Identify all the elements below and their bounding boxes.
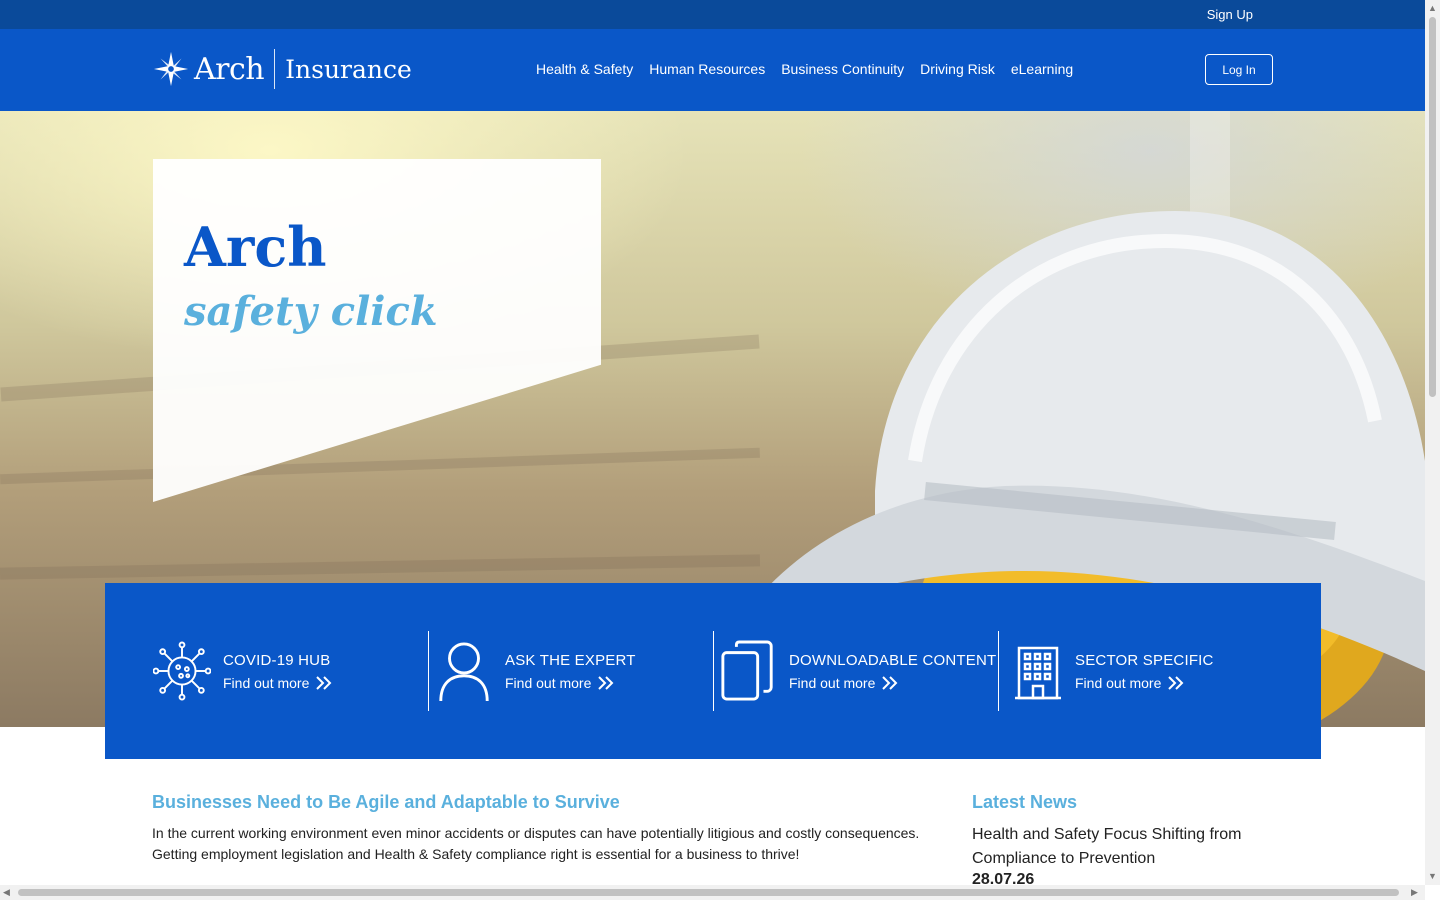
log-in-button[interactable]: Log In	[1205, 54, 1273, 85]
intro-line-2: Getting employment legislation and Healt…	[152, 846, 800, 862]
horizontal-scroll-thumb[interactable]	[18, 889, 1399, 896]
news-headline-link[interactable]: Health and Safety Focus Shifting from Co…	[972, 823, 1262, 871]
hero-subtitle: safety click	[184, 288, 438, 335]
nav-item-driving-risk[interactable]: Driving Risk	[920, 61, 995, 77]
hero-title: Arch	[184, 215, 327, 279]
find-out-more-label: Find out more	[1075, 674, 1162, 691]
documents-icon	[721, 640, 773, 701]
latest-news-heading: Latest News	[972, 792, 1078, 812]
scroll-right-arrow-icon[interactable]: ▶	[1411, 887, 1418, 898]
vertical-scroll-thumb[interactable]	[1429, 17, 1436, 397]
find-out-more-label: Find out more	[505, 674, 592, 691]
horizontal-scrollbar[interactable]: ◀ ▶	[0, 885, 1425, 900]
primary-menu: Health & Safety Human Resources Business…	[536, 61, 1073, 77]
double-chevron-right-icon	[1168, 675, 1184, 690]
double-chevron-right-icon	[316, 675, 332, 690]
person-icon	[439, 642, 489, 702]
feature-title: ASK THE EXPERT	[505, 651, 636, 669]
nav-item-human-resources[interactable]: Human Resources	[649, 61, 765, 77]
compass-star-icon	[153, 51, 189, 87]
double-chevron-right-icon	[598, 675, 614, 690]
sign-up-link[interactable]: Sign Up	[1207, 7, 1253, 22]
vertical-scrollbar[interactable]: ▲ ▼	[1425, 0, 1440, 885]
feature-text: COVID-19 HUB Find out more	[223, 652, 333, 691]
feature-ask-the-expert[interactable]: ASK THE EXPERT Find out more	[435, 631, 636, 711]
feature-links-band: COVID-19 HUB Find out more ASK THE EXPER…	[105, 583, 1321, 759]
background-beam	[0, 447, 760, 485]
double-chevron-right-icon	[882, 675, 898, 690]
find-out-more-label: Find out more	[789, 674, 876, 691]
feature-text: DOWNLOADABLE CONTENT Find out more	[789, 652, 996, 691]
nav-item-elearning[interactable]: eLearning	[1011, 61, 1073, 77]
feature-divider	[713, 631, 714, 711]
logo-arch-text: Arch	[194, 51, 265, 87]
logo-divider	[274, 49, 276, 89]
intro-heading: Businesses Need to Be Agile and Adaptabl…	[152, 792, 620, 812]
logo-insurance-text: Insurance	[285, 54, 412, 84]
feature-title: SECTOR SPECIFIC	[1075, 651, 1214, 669]
intro-section: Businesses Need to Be Agile and Adaptabl…	[152, 792, 942, 865]
background-beam	[0, 554, 761, 580]
feature-text: ASK THE EXPERT Find out more	[505, 652, 636, 691]
intro-line-1: In the current working environment even …	[152, 825, 920, 841]
feature-divider	[998, 631, 999, 711]
scroll-left-arrow-icon[interactable]: ◀	[3, 887, 10, 898]
intro-body: In the current working environment even …	[152, 823, 942, 865]
scroll-down-arrow-icon[interactable]: ▼	[1428, 871, 1437, 881]
find-out-more-link[interactable]: Find out more	[505, 675, 636, 691]
latest-news-section: Latest News Health and Safety Focus Shif…	[972, 792, 1262, 889]
find-out-more-link[interactable]: Find out more	[789, 675, 996, 691]
feature-sector-specific[interactable]: SECTOR SPECIFIC Find out more	[1013, 631, 1214, 711]
feature-text: SECTOR SPECIFIC Find out more	[1075, 652, 1214, 691]
virus-icon	[153, 641, 211, 701]
top-utility-bar: Sign Up	[0, 0, 1425, 29]
feature-divider	[428, 631, 429, 711]
feature-title: COVID-19 HUB	[223, 651, 331, 669]
building-icon	[1015, 646, 1061, 700]
feature-covid-hub[interactable]: COVID-19 HUB Find out more	[153, 631, 333, 711]
feature-title: DOWNLOADABLE CONTENT	[789, 651, 997, 669]
feature-downloadable-content[interactable]: DOWNLOADABLE CONTENT Find out more	[719, 631, 996, 711]
nav-item-health-safety[interactable]: Health & Safety	[536, 61, 633, 77]
find-out-more-link[interactable]: Find out more	[1075, 675, 1214, 691]
arch-insurance-logo[interactable]: Arch Insurance	[152, 48, 412, 90]
nav-item-business-continuity[interactable]: Business Continuity	[781, 61, 904, 77]
main-navigation: Arch Insurance Health & Safety Human Res…	[0, 29, 1425, 111]
scroll-up-arrow-icon[interactable]: ▲	[1428, 3, 1437, 13]
find-out-more-link[interactable]: Find out more	[223, 675, 333, 691]
find-out-more-label: Find out more	[223, 674, 310, 691]
